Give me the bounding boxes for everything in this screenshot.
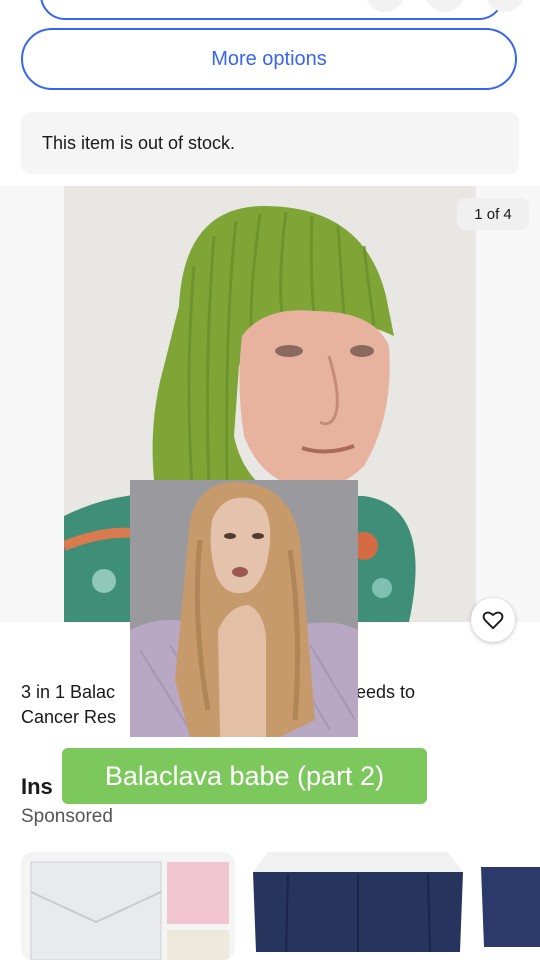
sheet-set-image: [21, 852, 235, 960]
out-of-stock-text: This item is out of stock.: [42, 132, 236, 153]
image-counter-badge: 1 of 4: [457, 198, 529, 230]
sponsored-card-3[interactable]: [476, 852, 540, 960]
sponsored-card-2[interactable]: [248, 852, 466, 960]
presenter-illustration: [130, 480, 358, 737]
heart-icon: [482, 611, 504, 630]
bed-skirt-image-2: [476, 852, 540, 960]
presenter-overlay: [130, 480, 358, 737]
watch-button[interactable]: [471, 598, 515, 642]
bed-skirt-image: [248, 852, 466, 960]
more-options-button[interactable]: More options: [21, 28, 517, 90]
image-counter-text: 1 of 4: [474, 205, 512, 223]
more-options-label: More options: [211, 47, 327, 70]
sponsored-card-1[interactable]: [21, 852, 235, 960]
section-subtitle: Sponsored: [21, 806, 113, 827]
video-caption-text: Balaclava babe (part 2): [104, 760, 385, 791]
top-strip: [0, 0, 540, 20]
out-of-stock-notice: This item is out of stock.: [21, 112, 519, 174]
video-caption: Balaclava babe (part 2): [62, 748, 427, 804]
listing-title-line-1-tail: eeds to: [356, 682, 416, 702]
section-title: Ins: [21, 774, 53, 799]
